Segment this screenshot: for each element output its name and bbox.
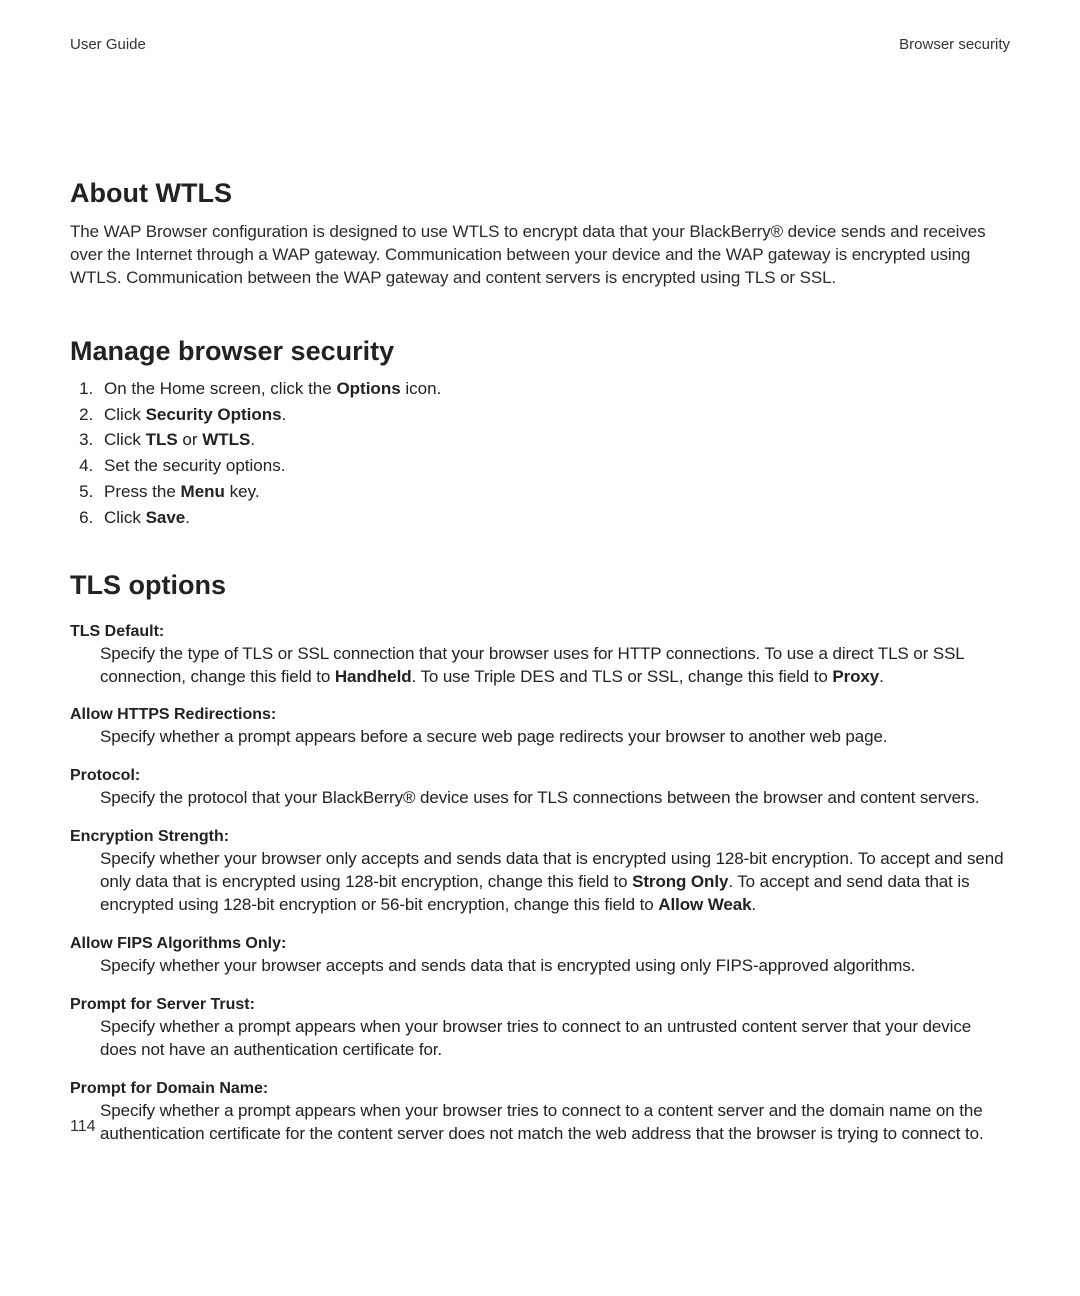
step-text: . <box>250 430 255 449</box>
step-text: Click <box>104 430 146 449</box>
option-description: Specify whether a prompt appears before … <box>100 726 1010 749</box>
option-item: Prompt for Server Trust: Specify whether… <box>70 996 1010 1062</box>
option-text: Specify the protocol that your BlackBerr… <box>100 788 980 807</box>
option-label: TLS Default: <box>70 623 1010 641</box>
option-description: Specify whether a prompt appears when yo… <box>100 1100 1010 1146</box>
step-bold: TLS <box>146 430 178 449</box>
steps-list: On the Home screen, click the Options ic… <box>70 377 1010 530</box>
option-item: Protocol: Specify the protocol that your… <box>70 767 1010 810</box>
option-label: Allow FIPS Algorithms Only: <box>70 935 1010 953</box>
header-left: User Guide <box>70 36 146 53</box>
step-text: Set the security options. <box>104 456 285 475</box>
step-text: or <box>178 430 203 449</box>
step-item: Click Security Options. <box>98 403 1010 427</box>
step-item: Click Save. <box>98 506 1010 530</box>
page-number: 114 <box>70 1118 96 1136</box>
option-bold: Allow Weak <box>658 895 751 914</box>
heading-tls-options: TLS options <box>70 570 1010 601</box>
step-item: On the Home screen, click the Options ic… <box>98 377 1010 401</box>
option-text: . To use Triple DES and TLS or SSL, chan… <box>412 667 833 686</box>
option-item: Allow FIPS Algorithms Only: Specify whet… <box>70 935 1010 978</box>
option-bold: Proxy <box>832 667 879 686</box>
step-text: icon. <box>401 379 442 398</box>
page-header: User Guide Browser security <box>70 36 1010 53</box>
option-item: Prompt for Domain Name: Specify whether … <box>70 1080 1010 1146</box>
option-text: Specify whether a prompt appears before … <box>100 727 887 746</box>
option-item: Allow HTTPS Redirections: Specify whethe… <box>70 706 1010 749</box>
option-text: Specify whether your browser accepts and… <box>100 956 915 975</box>
step-item: Set the security options. <box>98 454 1010 478</box>
step-item: Click TLS or WTLS. <box>98 428 1010 452</box>
option-text: Specify whether a prompt appears when yo… <box>100 1017 971 1059</box>
option-bold: Strong Only <box>632 872 728 891</box>
option-item: TLS Default: Specify the type of TLS or … <box>70 623 1010 689</box>
step-text: . <box>185 508 190 527</box>
step-bold: Menu <box>181 482 225 501</box>
step-text: Press the <box>104 482 181 501</box>
option-label: Prompt for Server Trust: <box>70 996 1010 1014</box>
option-label: Prompt for Domain Name: <box>70 1080 1010 1098</box>
option-label: Protocol: <box>70 767 1010 785</box>
step-item: Press the Menu key. <box>98 480 1010 504</box>
step-bold: Save <box>146 508 186 527</box>
heading-about-wtls: About WTLS <box>70 178 1010 209</box>
option-text: . <box>751 895 756 914</box>
option-item: Encryption Strength: Specify whether you… <box>70 828 1010 917</box>
step-text: Click <box>104 508 146 527</box>
option-label: Allow HTTPS Redirections: <box>70 706 1010 724</box>
step-bold: WTLS <box>202 430 250 449</box>
step-bold: Options <box>336 379 400 398</box>
step-text: On the Home screen, click the <box>104 379 336 398</box>
header-right: Browser security <box>899 36 1010 53</box>
option-description: Specify whether a prompt appears when yo… <box>100 1016 1010 1062</box>
option-description: Specify whether your browser accepts and… <box>100 955 1010 978</box>
document-page: User Guide Browser security About WTLS T… <box>0 0 1080 1146</box>
option-description: Specify whether your browser only accept… <box>100 848 1010 917</box>
about-wtls-body: The WAP Browser configuration is designe… <box>70 221 1010 290</box>
step-text: key. <box>225 482 260 501</box>
heading-manage-browser-security: Manage browser security <box>70 336 1010 367</box>
step-bold: Security Options <box>146 405 282 424</box>
option-text: . <box>879 667 884 686</box>
option-bold: Handheld <box>335 667 412 686</box>
option-description: Specify the type of TLS or SSL connectio… <box>100 643 1010 689</box>
step-text: Click <box>104 405 146 424</box>
option-text: Specify whether a prompt appears when yo… <box>100 1101 984 1143</box>
step-text: . <box>282 405 287 424</box>
option-label: Encryption Strength: <box>70 828 1010 846</box>
tls-options-list: TLS Default: Specify the type of TLS or … <box>70 623 1010 1146</box>
option-description: Specify the protocol that your BlackBerr… <box>100 787 1010 810</box>
